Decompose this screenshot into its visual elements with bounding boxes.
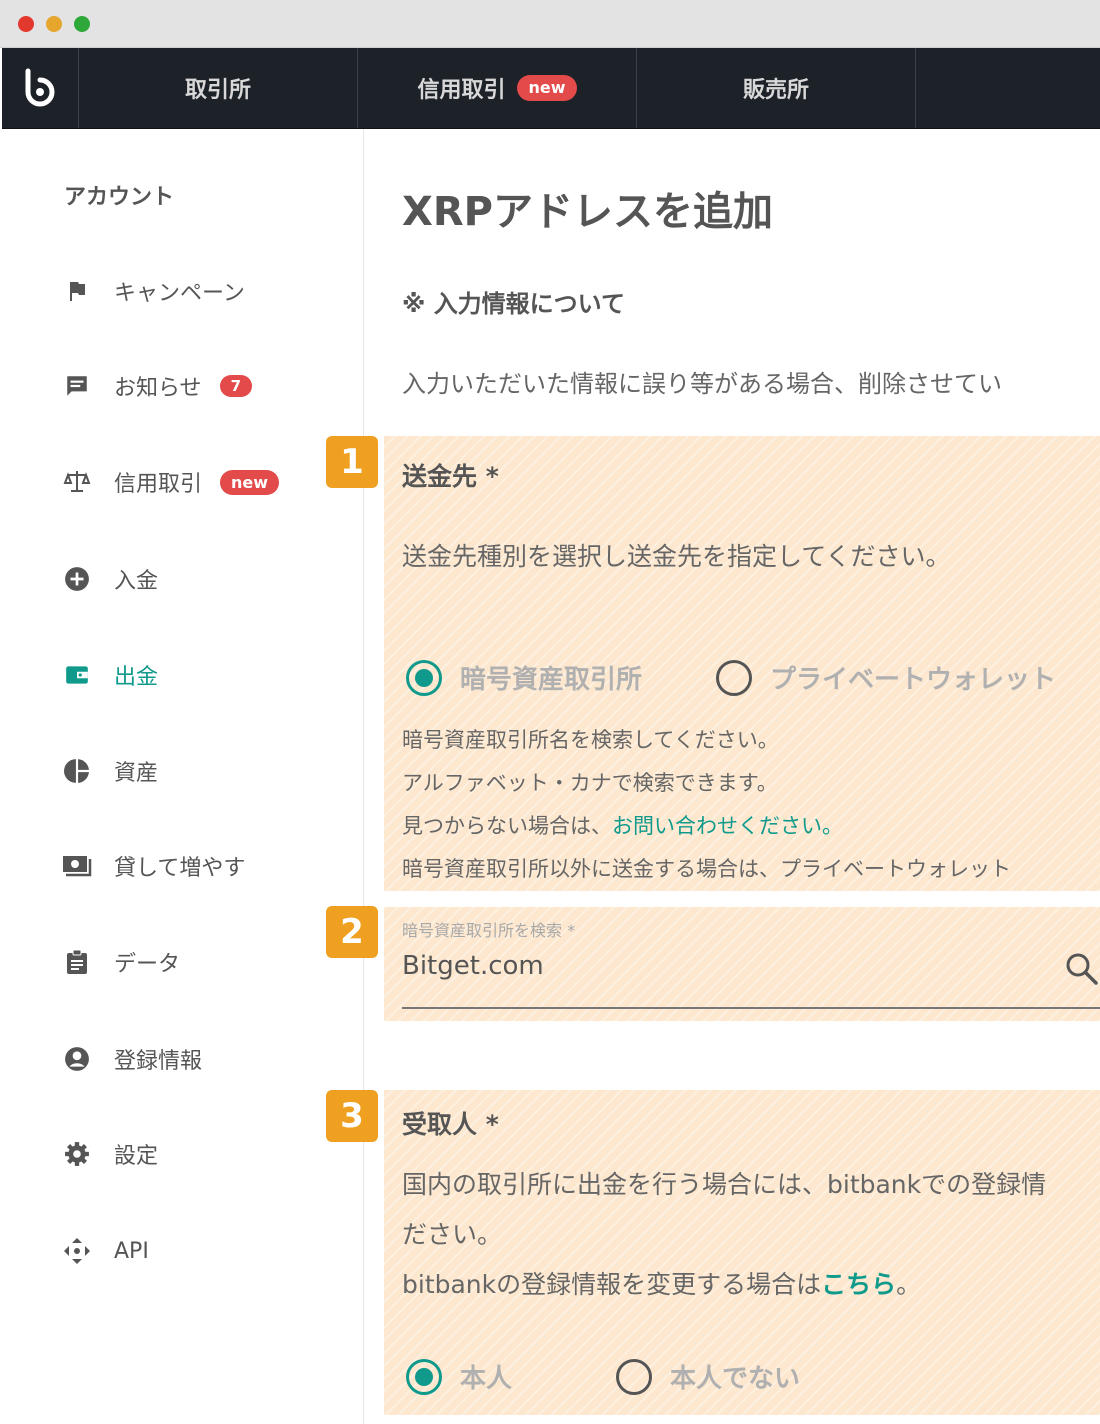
radio-label: 本人でない (670, 1364, 801, 1394)
sidebar-item-registration[interactable]: 登録情報 (62, 1039, 202, 1079)
sidebar-item-label: 貸して増やす (114, 856, 246, 881)
top-navigation: 取引所 信用取引 new 販売所 (2, 48, 1100, 129)
radio-self[interactable]: 本人 (406, 1358, 512, 1395)
sidebar: アカウント キャンペーン お知らせ 7 信用取引 new 入金 出金 資産 貸し… (2, 129, 364, 1424)
help-line-3-text: 見つからない場合は、 (402, 814, 612, 838)
sidebar-item-label: 信用取引 (114, 472, 203, 497)
notification-count-badge: 7 (219, 375, 252, 397)
radio-not-self[interactable]: 本人でない (616, 1358, 800, 1395)
sidebar-item-campaign[interactable]: キャンペーン (62, 271, 245, 311)
step-marker-2: 2 (326, 906, 378, 958)
sidebar-item-lending[interactable]: 貸して増やす (62, 846, 245, 886)
recipient-line-2: ださい。 (402, 1220, 503, 1249)
sidebar-item-assets[interactable]: 資産 (62, 751, 158, 791)
minimize-window-button[interactable] (46, 16, 62, 32)
message-icon (62, 371, 92, 401)
account-circle-icon (62, 1044, 92, 1074)
radio-label: 本人 (460, 1364, 513, 1394)
radio-label: 暗号資産取引所 (460, 665, 643, 695)
exchange-search-label: 暗号資産取引所を検索 * (402, 921, 576, 940)
change-registration-link[interactable]: こちら (821, 1270, 896, 1299)
radio-selected-icon (406, 659, 442, 696)
sidebar-item-label: 設定 (114, 1144, 159, 1169)
sidebar-item-api[interactable]: API (62, 1231, 149, 1271)
radio-label: プライベートウォレット (770, 665, 1057, 695)
help-line-2: アルファベット・カナで検索できます。 (402, 771, 778, 795)
radio-selected-icon (406, 1358, 442, 1395)
sidebar-item-label: 登録情報 (114, 1049, 203, 1074)
pie-chart-icon (62, 756, 92, 786)
wallet-icon (62, 660, 92, 690)
cash-icon (62, 851, 92, 881)
flag-icon (62, 276, 92, 306)
sidebar-item-label: 資産 (114, 761, 159, 786)
maximize-window-button[interactable] (74, 16, 90, 32)
window-titlebar (0, 0, 1100, 48)
sidebar-item-withdrawal[interactable]: 出金 (62, 655, 158, 695)
plus-circle-icon (62, 564, 92, 594)
step-marker-3: 3 (326, 1090, 378, 1142)
recipient-line-3-text: bitbankの登録情報を変更する場合は (402, 1270, 822, 1299)
scale-icon (62, 467, 92, 497)
gear-icon (62, 1139, 92, 1169)
tab-margin-trading-label: 信用取引 (417, 78, 506, 103)
sidebar-item-label: お知らせ (114, 376, 202, 401)
sidebar-item-deposit[interactable]: 入金 (62, 559, 158, 599)
tab-brokerage[interactable]: 販売所 (637, 48, 916, 128)
radio-crypto-exchange[interactable]: 暗号資産取引所 (406, 659, 642, 696)
exchange-search-input[interactable] (402, 945, 1100, 987)
sidebar-item-label: 入金 (114, 569, 159, 594)
sidebar-item-margin-trading[interactable]: 信用取引 new (62, 462, 280, 502)
radio-unselected-icon (616, 1358, 652, 1395)
destination-title: 送金先 * (402, 462, 499, 491)
recipient-line-1: 国内の取引所に出金を行う場合には、bitbankでの登録情 (402, 1170, 1047, 1199)
tab-exchange[interactable]: 取引所 (79, 48, 358, 128)
tab-exchange-label: 取引所 (184, 78, 251, 103)
help-line-3: 見つからない場合は、お問い合わせください。 (402, 810, 843, 840)
contact-link[interactable]: お問い合わせください。 (612, 814, 843, 838)
help-line-4: 暗号資産取引所以外に送金する場合は、プライベートウォレット (402, 857, 1011, 881)
new-badge: new (220, 469, 280, 495)
bitbank-logo-icon[interactable] (2, 48, 79, 128)
input-info-text: 入力いただいた情報に誤り等がある場合、削除させてい (402, 370, 1002, 398)
sidebar-item-settings[interactable]: 設定 (62, 1134, 158, 1174)
sidebar-item-label: データ (114, 952, 181, 977)
clipboard-icon (62, 947, 92, 977)
radio-private-wallet[interactable]: プライベートウォレット (716, 659, 1056, 696)
api-icon (62, 1236, 92, 1266)
recipient-title: 受取人 * (402, 1110, 499, 1139)
sidebar-item-label: API (114, 1238, 149, 1264)
help-line-1: 暗号資産取引所名を検索してください。 (402, 728, 779, 752)
step-marker-1: 1 (326, 436, 378, 488)
search-icon[interactable] (1064, 951, 1100, 991)
recipient-line-3: bitbankの登録情報を変更する場合はこちら。 (402, 1265, 921, 1301)
sidebar-item-label: 出金 (114, 665, 159, 690)
radio-unselected-icon (716, 659, 752, 696)
close-window-button[interactable] (18, 16, 34, 32)
search-input-underline (402, 1007, 1100, 1009)
sidebar-item-data[interactable]: データ (62, 942, 180, 982)
sidebar-item-label: キャンペーン (114, 281, 245, 306)
sidebar-heading: アカウント (64, 185, 175, 210)
tab-brokerage-label: 販売所 (742, 78, 809, 103)
tab-margin-trading[interactable]: 信用取引 new (358, 48, 637, 128)
sidebar-item-notices[interactable]: お知らせ 7 (62, 366, 252, 406)
destination-description: 送金先種別を選択し送金先を指定してください。 (402, 542, 951, 571)
page-title: XRPアドレスを追加 (402, 189, 773, 235)
recipient-line-3-end: 。 (896, 1270, 922, 1299)
main-content: XRPアドレスを追加 ※ 入力情報について 入力いただいた情報に誤り等がある場合… (364, 129, 1100, 1424)
input-info-heading: ※ 入力情報について (402, 290, 625, 318)
new-badge: new (517, 75, 577, 101)
